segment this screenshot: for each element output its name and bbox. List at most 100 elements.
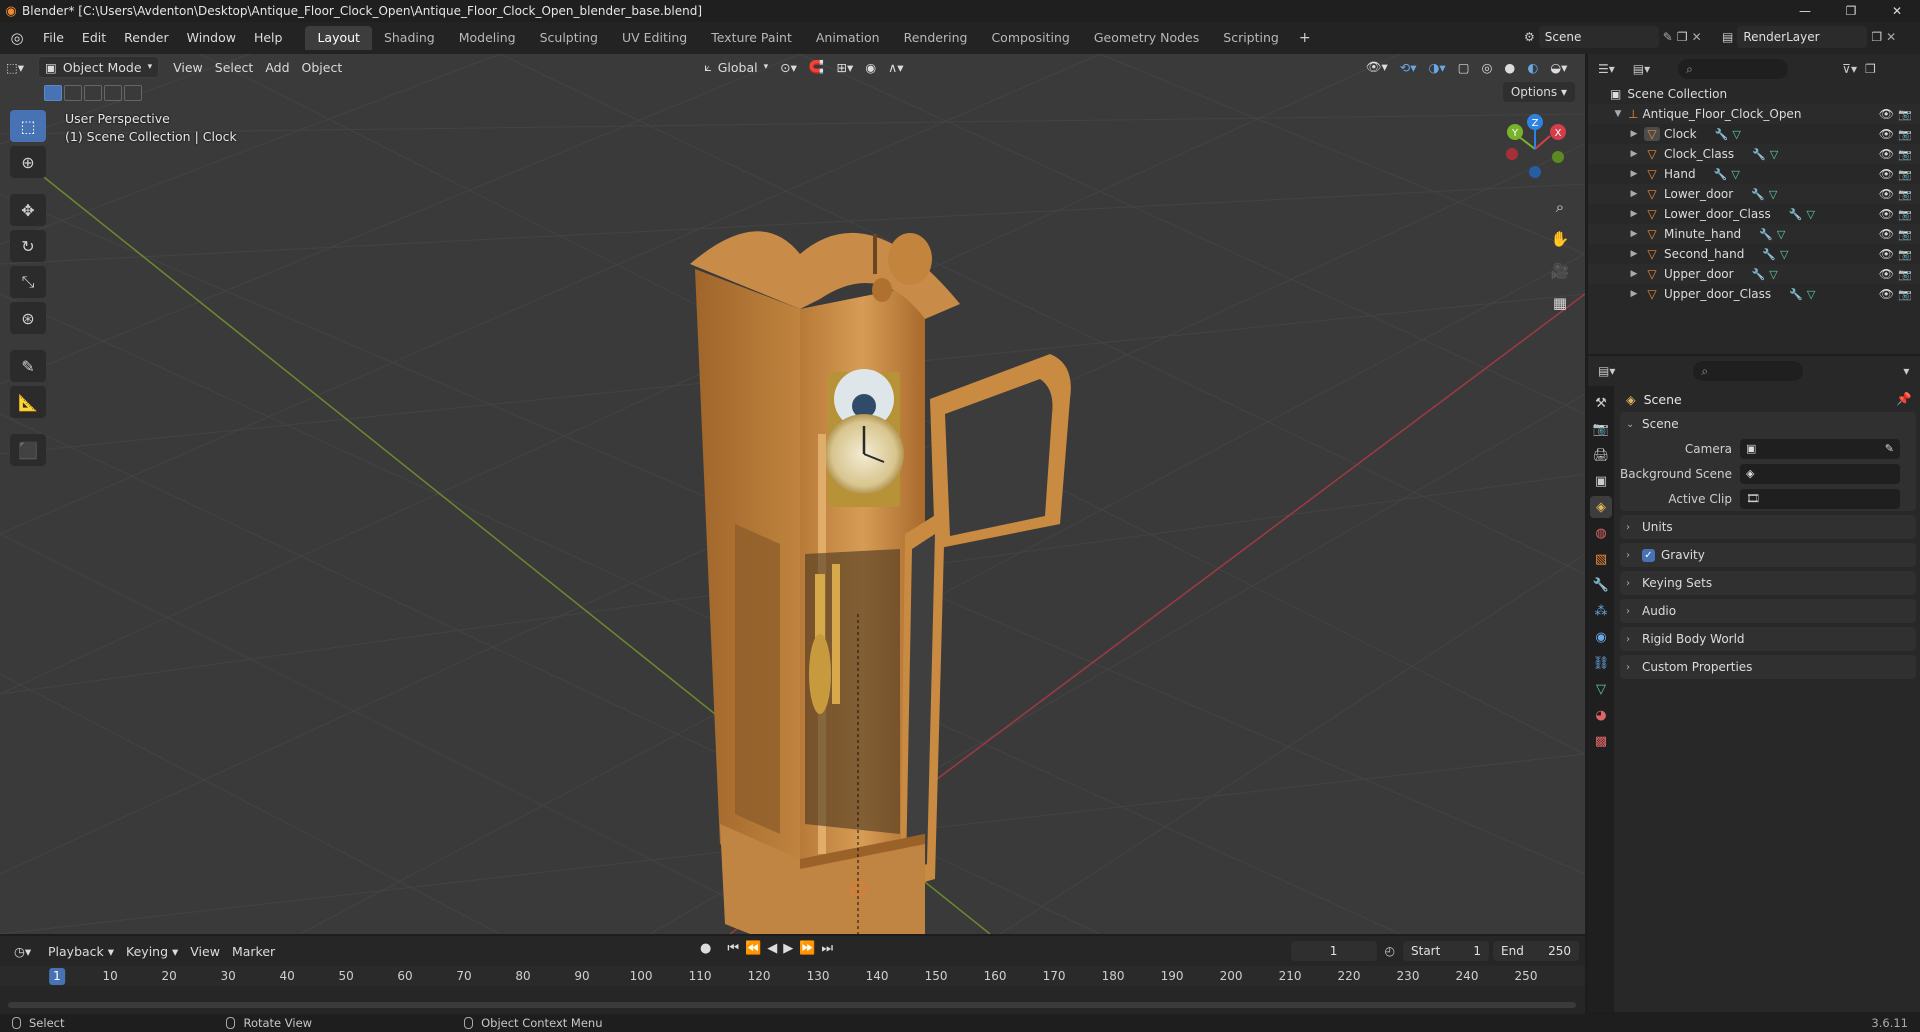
play-icon[interactable]: ▶ [783,941,793,956]
modifier-icon[interactable]: 🔧 [1759,228,1773,241]
navigation-gizmo[interactable]: X Y Z [1500,114,1570,184]
select-box-tool-icon[interactable]: ⬚ [10,110,46,142]
data-tab-icon[interactable]: ▽ [1590,678,1612,700]
select-invert-icon[interactable] [104,85,122,101]
pin-icon[interactable]: 📌 [1896,391,1912,407]
timeline-menu-view[interactable]: View [184,940,226,962]
xray-icon[interactable]: ▢ [1452,56,1476,78]
3d-viewport[interactable]: ⬚▾ ▣ Object Mode ▾ View Select Add Objec… [0,54,1585,934]
outliner-object-row[interactable]: ▶ ▽ Hand 🔧 ▽ 👁 📷 [1588,164,1920,184]
tab-compositing[interactable]: Compositing [979,26,1081,50]
select-subtract-icon[interactable] [84,85,102,101]
modifier-tab-icon[interactable]: 🔧 [1590,574,1612,596]
timeline-scrollbar[interactable] [8,1002,1576,1008]
modifier-icon[interactable]: 🔧 [1752,148,1766,161]
falloff-icon[interactable]: ∧▾ [882,56,909,78]
scene-panel-header[interactable]: ⌄ Scene [1620,412,1916,436]
record-icon[interactable]: ● [700,941,711,956]
outliner-search-input[interactable]: ⌕ [1678,59,1789,79]
select-new-icon[interactable] [44,85,62,101]
scene-name-field[interactable]: Scene [1538,26,1659,48]
render-tab-icon[interactable]: 📷 [1590,418,1612,440]
delete-renderlayer-icon[interactable]: ✕ [1886,30,1896,44]
properties-options-icon[interactable]: ▾ [1903,364,1909,378]
gravity-panel[interactable]: › ✓ Gravity [1620,543,1916,567]
mesh-data-icon[interactable]: ▽ [1732,128,1740,141]
tab-scripting[interactable]: Scripting [1211,26,1291,50]
renderlayer-type-icon[interactable]: ▤ [1722,30,1733,44]
texture-tab-icon[interactable]: ▩ [1590,730,1612,752]
tab-rendering[interactable]: Rendering [892,26,980,50]
audio-panel[interactable]: › Audio [1620,599,1916,623]
modifier-icon[interactable]: 🔧 [1751,188,1765,201]
cursor-tool-icon[interactable]: ⊕ [10,146,46,178]
eye-icon[interactable]: 👁 [1879,187,1894,201]
menu-edit[interactable]: Edit [73,26,115,50]
modifier-icon[interactable]: 🔧 [1715,128,1729,141]
material-shading-icon[interactable]: ◐ [1521,56,1544,78]
expand-right-icon[interactable]: ▶ [1628,229,1640,239]
pivot-point-icon[interactable]: ⊙▾ [774,56,803,78]
mesh-data-icon[interactable]: ▽ [1780,248,1788,261]
viewport-menu-select[interactable]: Select [209,56,260,78]
eye-icon[interactable]: 👁 [1879,287,1894,301]
menu-render[interactable]: Render [115,26,178,50]
particles-tab-icon[interactable]: ⁂ [1590,600,1612,622]
outliner-editor-type-icon[interactable]: ☰▾ [1598,62,1615,76]
mesh-data-icon[interactable]: ▽ [1770,148,1778,161]
outliner-object-row[interactable]: ▶ ▽ Clock_Class 🔧 ▽ 👁 📷 [1588,144,1920,164]
scene-collection-row[interactable]: ▣ Scene Collection [1588,84,1920,104]
eye-icon[interactable]: 👁 [1879,107,1894,121]
camera-icon[interactable]: 📷 [1898,228,1912,241]
units-panel[interactable]: › Units [1620,515,1916,539]
outliner-object-row[interactable]: ▶ ▽ Upper_door 🔧 ▽ 👁 📷 [1588,264,1920,284]
ortho-grid-icon[interactable]: ▦ [1547,290,1573,316]
eye-icon[interactable]: 👁 [1879,247,1894,261]
camera-field[interactable]: ▣ ✎ [1740,438,1900,459]
blender-menu-icon[interactable]: ◎ [0,22,34,54]
timeline-menu-playback[interactable]: Playback ▾ [42,940,120,962]
move-tool-icon[interactable]: ✥ [10,194,46,226]
mesh-data-icon[interactable]: ▽ [1806,208,1814,221]
camera-icon[interactable]: 📷 [1898,248,1912,261]
keying-sets-panel[interactable]: › Keying Sets [1620,571,1916,595]
current-frame-indicator[interactable]: 1 [49,968,65,985]
new-scene-icon[interactable]: ❐ [1677,30,1688,44]
object-mode-dropdown[interactable]: ▣ Object Mode ▾ [38,56,160,78]
camera-icon[interactable]: 📷 [1898,288,1912,301]
jump-end-icon[interactable]: ⏭ [821,941,833,956]
collection-row[interactable]: ▼ ⊥ Antique_Floor_Clock_Open 👁 📷 [1588,104,1920,124]
rendered-shading-icon[interactable]: ◒▾ [1544,56,1573,78]
physics-tab-icon[interactable]: ◉ [1590,626,1612,648]
constraints-tab-icon[interactable]: ⛓ [1590,652,1612,674]
expand-right-icon[interactable]: ▶ [1628,149,1640,159]
solid-shading-icon[interactable]: ● [1498,56,1521,78]
modifier-icon[interactable]: 🔧 [1752,268,1766,281]
modifier-icon[interactable]: 🔧 [1789,288,1803,301]
eye-icon[interactable]: 👁 [1879,267,1894,281]
gizmo-toggle-icon[interactable]: ⟲▾ [1394,56,1423,78]
output-tab-icon[interactable]: 🖨 [1590,444,1612,466]
custom-properties-panel[interactable]: › Custom Properties [1620,655,1916,679]
rotate-tool-icon[interactable]: ↻ [10,230,46,262]
background-scene-field[interactable]: ◈ [1740,463,1900,484]
transform-orientation-dropdown[interactable]: ⟀ Global ▾ [698,56,774,78]
viewport-menu-view[interactable]: View [167,56,209,78]
mesh-data-icon[interactable]: ▽ [1777,228,1785,241]
viewport-menu-object[interactable]: Object [296,56,349,78]
select-intersect-icon[interactable] [124,85,142,101]
visibility-icon[interactable]: 👁▾ [1360,56,1394,78]
pin-icon[interactable]: ✎ [1663,30,1673,44]
eye-icon[interactable]: 👁 [1879,167,1894,181]
menu-help[interactable]: Help [245,26,292,50]
prev-keyframe-icon[interactable]: ⏪ [745,941,761,956]
camera-icon[interactable]: 📷 [1898,268,1912,281]
tab-animation[interactable]: Animation [804,26,892,50]
expand-right-icon[interactable]: ▶ [1628,189,1640,199]
camera-icon[interactable]: 📷 [1898,188,1912,201]
minimize-button[interactable]: — [1782,0,1828,22]
eyedropper-icon[interactable]: ✎ [1885,442,1894,455]
add-cube-tool-icon[interactable]: ⬛ [10,434,46,466]
mesh-data-icon[interactable]: ▽ [1731,168,1739,181]
filter-icon[interactable]: ⊽▾ [1842,62,1857,76]
